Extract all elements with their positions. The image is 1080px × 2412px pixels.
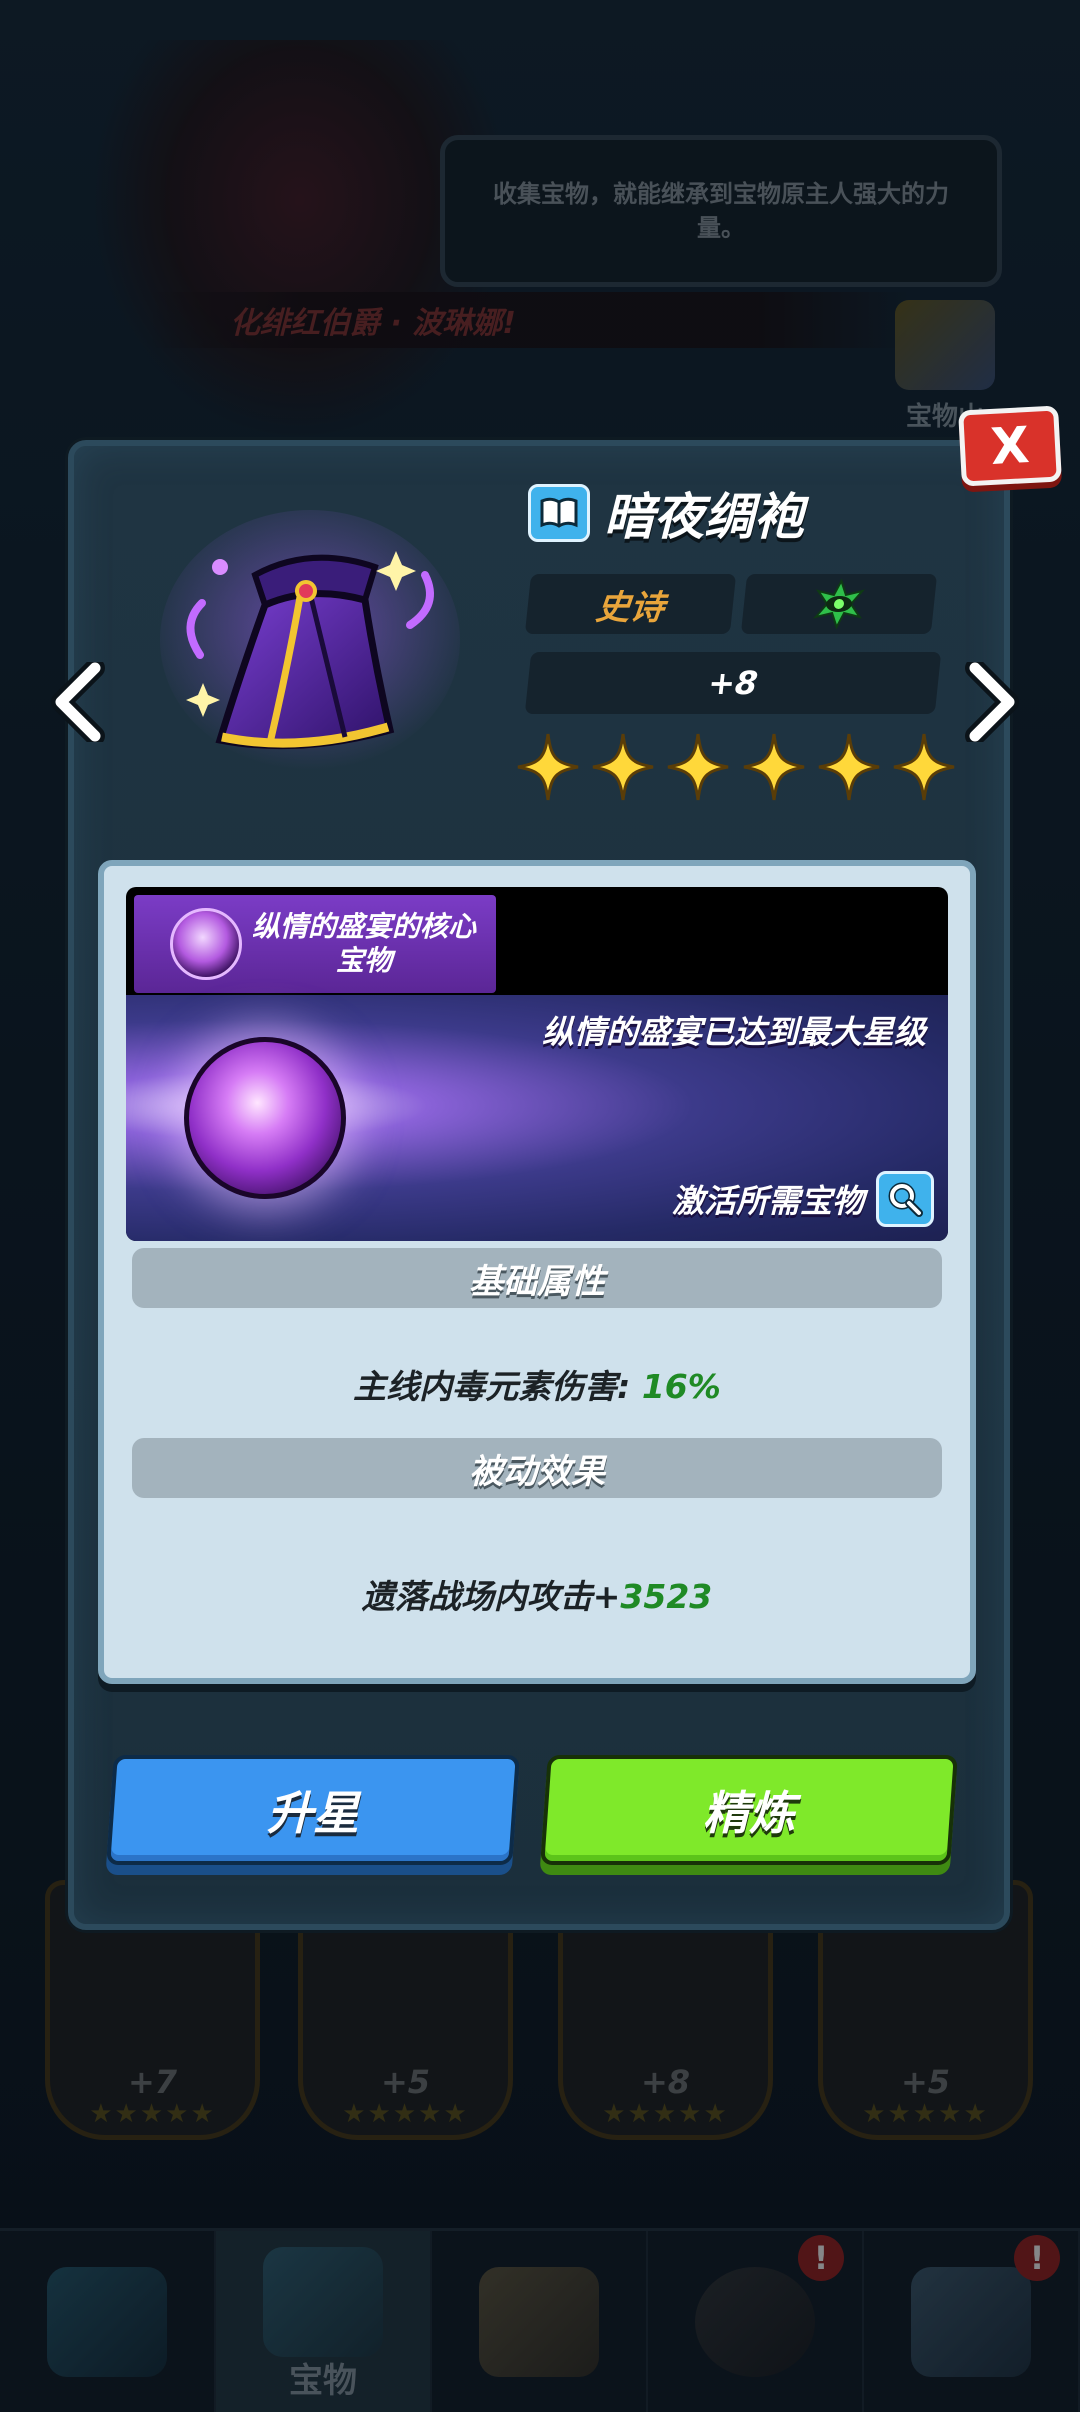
- passive-effect-line: 遗落战场内攻击+3523: [98, 1570, 976, 1618]
- chevron-right-icon: [965, 662, 1019, 742]
- base-attribute-value: 16%: [641, 1367, 721, 1406]
- search-required-button[interactable]: [876, 1171, 934, 1227]
- chevron-left-icon: [51, 662, 105, 742]
- passive-effect-header: 被动效果: [132, 1438, 942, 1498]
- item-level-text: +8: [706, 664, 760, 702]
- close-icon: X: [989, 416, 1031, 476]
- base-attribute-line: 主线内毒元素伤害: 16%: [98, 1360, 976, 1408]
- max-star-text: 纵情的盛宴已达到最大星级: [541, 1013, 926, 1051]
- item-name: 暗夜绸袍: [604, 488, 804, 546]
- close-button[interactable]: X: [958, 405, 1062, 487]
- core-treasure-card: 纵情的盛宴的核心宝物 纵情的盛宴已达到最大星级 激活所需宝物: [126, 887, 948, 1241]
- rarity-text: 史诗: [594, 587, 667, 628]
- item-level: +8: [524, 652, 942, 714]
- star-icon: [893, 733, 955, 801]
- next-item-button[interactable]: [962, 660, 1022, 744]
- previous-item-button[interactable]: [48, 660, 108, 744]
- upgrade-star-label: 升星: [267, 1786, 359, 1840]
- refine-label: 精炼: [703, 1786, 795, 1840]
- required-treasure-row: 激活所需宝物: [672, 1171, 934, 1227]
- search-icon: [888, 1182, 923, 1217]
- passive-effect-value: 3523: [620, 1577, 713, 1616]
- upgrade-star-button[interactable]: 升星: [106, 1755, 520, 1865]
- book-icon[interactable]: [528, 484, 590, 542]
- passive-effect-label: 遗落战场内攻击+: [361, 1577, 621, 1616]
- star-icon: [668, 733, 729, 801]
- base-attribute-label: 主线内毒元素伤害:: [353, 1367, 642, 1406]
- star-icon: [592, 733, 654, 801]
- item-title-row: 暗夜绸袍: [528, 478, 804, 548]
- base-attributes-header: 基础属性: [132, 1248, 942, 1308]
- night-robe-item-icon: [160, 510, 460, 770]
- feast-core-orb-icon: [184, 1037, 346, 1199]
- element-badge: [740, 574, 938, 634]
- feast-orb-icon: [170, 908, 242, 980]
- required-treasure-label: 激活所需宝物: [671, 1182, 864, 1220]
- core-tag: 纵情的盛宴的核心宝物: [134, 895, 496, 993]
- rarity-label: 史诗: [524, 574, 737, 634]
- passive-effect-title: 被动效果: [469, 1451, 605, 1492]
- core-tag-text: 纵情的盛宴的核心宝物: [251, 910, 476, 977]
- star-icon: [517, 733, 579, 801]
- star-rating: [516, 732, 956, 812]
- base-attributes-title: 基础属性: [469, 1261, 605, 1302]
- core-scene: 纵情的盛宴已达到最大星级 激活所需宝物: [126, 995, 948, 1241]
- poison-eye-icon: [812, 579, 866, 629]
- star-icon: [743, 733, 804, 801]
- star-icon: [818, 733, 880, 801]
- refine-button[interactable]: 精炼: [540, 1755, 958, 1865]
